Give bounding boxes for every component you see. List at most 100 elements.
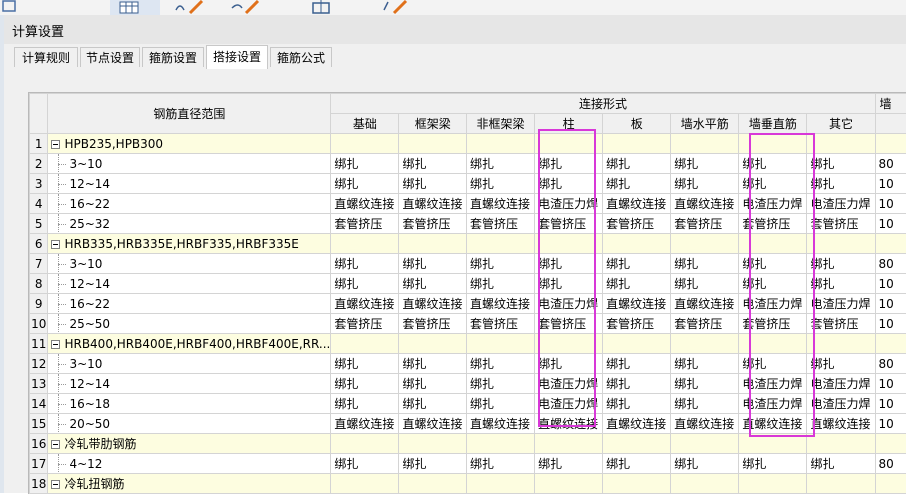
connection-cell[interactable]: 直螺纹连接 bbox=[466, 194, 534, 214]
connection-cell[interactable] bbox=[807, 134, 875, 154]
connection-cell[interactable]: 套管挤压 bbox=[807, 314, 875, 334]
connection-cell[interactable] bbox=[535, 474, 603, 494]
connection-cell[interactable] bbox=[807, 334, 875, 354]
connection-cell[interactable]: 绑扎 bbox=[603, 154, 671, 174]
connection-cell[interactable]: 绑扎 bbox=[331, 454, 399, 474]
connection-cell[interactable]: 绑扎 bbox=[671, 174, 739, 194]
connection-cell[interactable] bbox=[466, 234, 534, 254]
connection-cell[interactable]: 绑扎 bbox=[671, 354, 739, 374]
connection-cell[interactable] bbox=[399, 234, 467, 254]
connection-cell[interactable] bbox=[331, 434, 399, 454]
pen-icon[interactable] bbox=[380, 0, 420, 15]
collapse-icon[interactable] bbox=[51, 140, 60, 149]
pen-icon[interactable] bbox=[172, 0, 212, 15]
connection-cell[interactable] bbox=[739, 474, 807, 494]
collapse-icon[interactable] bbox=[51, 340, 60, 349]
diameter-range-cell[interactable]: 25~32 bbox=[48, 214, 331, 234]
connection-cell[interactable]: 绑扎 bbox=[466, 174, 534, 194]
connection-cell[interactable] bbox=[466, 134, 534, 154]
connection-cell[interactable]: 绑扎 bbox=[535, 454, 603, 474]
connection-cell[interactable] bbox=[603, 334, 671, 354]
extra-cell[interactable]: 10 bbox=[875, 274, 906, 294]
connection-cell[interactable] bbox=[466, 474, 534, 494]
connection-cell[interactable]: 直螺纹连接 bbox=[671, 194, 739, 214]
connection-cell[interactable]: 电渣压力焊 bbox=[807, 194, 875, 214]
connection-cell[interactable]: 绑扎 bbox=[331, 394, 399, 414]
connection-cell[interactable]: 绑扎 bbox=[466, 154, 534, 174]
connection-cell[interactable]: 绑扎 bbox=[399, 394, 467, 414]
connection-cell[interactable]: 绑扎 bbox=[807, 274, 875, 294]
extra-cell[interactable]: 10 bbox=[875, 374, 906, 394]
connection-cell[interactable]: 套管挤压 bbox=[603, 314, 671, 334]
connection-cell[interactable]: 绑扎 bbox=[603, 394, 671, 414]
connection-cell[interactable] bbox=[399, 434, 467, 454]
connection-cell[interactable]: 绑扎 bbox=[807, 454, 875, 474]
connection-cell[interactable]: 绑扎 bbox=[807, 254, 875, 274]
diameter-range-cell[interactable]: 冷轧带肋钢筋 bbox=[48, 434, 331, 454]
connection-cell[interactable]: 绑扎 bbox=[399, 274, 467, 294]
connection-cell[interactable]: 直螺纹连接 bbox=[671, 294, 739, 314]
extra-cell[interactable]: 80 bbox=[875, 454, 906, 474]
tab-calc-rules[interactable]: 计算规则 bbox=[14, 47, 78, 67]
connection-cell[interactable]: 绑扎 bbox=[399, 454, 467, 474]
connection-cell[interactable]: 套管挤压 bbox=[331, 314, 399, 334]
connection-cell[interactable] bbox=[331, 334, 399, 354]
connection-cell[interactable]: 绑扎 bbox=[671, 274, 739, 294]
connection-cell[interactable]: 绑扎 bbox=[603, 454, 671, 474]
diameter-range-cell[interactable]: 12~14 bbox=[48, 374, 331, 394]
diameter-range-cell[interactable]: 25~50 bbox=[48, 314, 331, 334]
diameter-range-cell[interactable]: 20~50 bbox=[48, 414, 331, 434]
tab-stirrup-settings[interactable]: 箍筋设置 bbox=[142, 47, 204, 67]
connection-cell[interactable]: 套管挤压 bbox=[466, 214, 534, 234]
connection-cell[interactable]: 绑扎 bbox=[399, 374, 467, 394]
connection-cell[interactable]: 套管挤压 bbox=[671, 314, 739, 334]
extra-cell[interactable] bbox=[875, 434, 906, 454]
toolbar-icon-left[interactable] bbox=[0, 0, 18, 15]
connection-cell[interactable]: 绑扎 bbox=[466, 254, 534, 274]
connection-cell[interactable]: 绑扎 bbox=[399, 154, 467, 174]
connection-cell[interactable]: 绑扎 bbox=[807, 354, 875, 374]
connection-cell[interactable]: 直螺纹连接 bbox=[331, 194, 399, 214]
connection-cell[interactable]: 直螺纹连接 bbox=[603, 414, 671, 434]
connection-cell[interactable]: 直螺纹连接 bbox=[807, 414, 875, 434]
diameter-range-cell[interactable]: 3~10 bbox=[48, 354, 331, 374]
connection-cell[interactable]: 直螺纹连接 bbox=[603, 194, 671, 214]
connection-cell[interactable]: 绑扎 bbox=[671, 374, 739, 394]
diameter-range-cell[interactable]: HRB400,HRB400E,HRBF400,HRBF400E,RR... bbox=[48, 334, 331, 354]
connection-cell[interactable] bbox=[807, 474, 875, 494]
connection-cell[interactable]: 绑扎 bbox=[466, 274, 534, 294]
diameter-range-cell[interactable]: 3~10 bbox=[48, 254, 331, 274]
connection-cell[interactable] bbox=[671, 134, 739, 154]
diameter-range-cell[interactable]: 4~12 bbox=[48, 454, 331, 474]
connection-cell[interactable]: 直螺纹连接 bbox=[466, 414, 534, 434]
collapse-icon[interactable] bbox=[51, 480, 60, 489]
tab-stirrup-formula[interactable]: 箍筋公式 bbox=[270, 47, 332, 67]
connection-cell[interactable] bbox=[331, 234, 399, 254]
connection-cell[interactable] bbox=[671, 334, 739, 354]
diameter-range-cell[interactable]: HPB235,HPB300 bbox=[48, 134, 331, 154]
extra-cell[interactable]: 10 bbox=[875, 214, 906, 234]
extra-cell[interactable]: 10 bbox=[875, 294, 906, 314]
extra-cell[interactable]: 10 bbox=[875, 414, 906, 434]
extra-cell[interactable]: 10 bbox=[875, 314, 906, 334]
collapse-icon[interactable] bbox=[51, 440, 60, 449]
connection-cell[interactable]: 绑扎 bbox=[739, 454, 807, 474]
connection-cell[interactable] bbox=[535, 434, 603, 454]
connection-cell[interactable]: 套管挤压 bbox=[399, 214, 467, 234]
extra-cell[interactable] bbox=[875, 474, 906, 494]
connection-cell[interactable]: 直螺纹连接 bbox=[399, 414, 467, 434]
extra-cell[interactable]: 80 bbox=[875, 154, 906, 174]
extra-cell[interactable] bbox=[875, 234, 906, 254]
connection-cell[interactable] bbox=[603, 234, 671, 254]
connection-cell[interactable] bbox=[399, 134, 467, 154]
pen-icon[interactable] bbox=[228, 0, 268, 15]
extra-cell[interactable] bbox=[875, 334, 906, 354]
connection-cell[interactable] bbox=[399, 474, 467, 494]
tab-lap-settings[interactable]: 搭接设置 bbox=[206, 45, 268, 69]
extra-cell[interactable]: 80 bbox=[875, 354, 906, 374]
collapse-icon[interactable] bbox=[51, 240, 60, 249]
connection-cell[interactable]: 绑扎 bbox=[466, 354, 534, 374]
connection-cell[interactable] bbox=[671, 474, 739, 494]
diameter-range-cell[interactable]: 冷轧扭钢筋 bbox=[48, 474, 331, 494]
connection-cell[interactable]: 绑扎 bbox=[331, 254, 399, 274]
